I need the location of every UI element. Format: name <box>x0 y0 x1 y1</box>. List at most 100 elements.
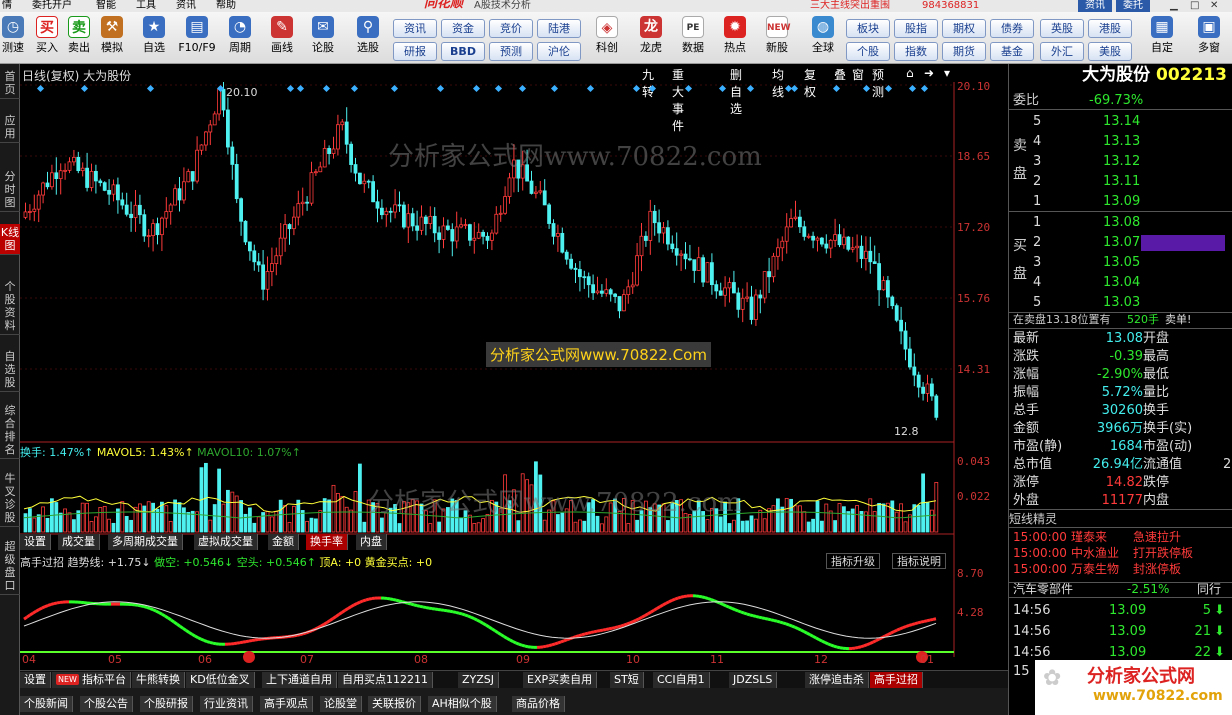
pill-forex[interactable]: 外汇 <box>1040 42 1084 61</box>
maximize-icon[interactable]: □ <box>1190 0 1199 12</box>
tab-inner[interactable]: 内盘 <box>356 534 387 550</box>
pill-bbd[interactable]: BBD <box>441 42 485 61</box>
sidebar-item-intraday[interactable]: 分时图 <box>0 168 20 212</box>
indicator-tab[interactable]: EXP买卖自用 <box>523 672 598 688</box>
elf-row[interactable]: 15:00:00 中水渔业 打开跌停板 <box>1009 545 1232 561</box>
new-stock-button[interactable]: NEW 新股 <box>760 14 794 62</box>
tab-volume[interactable]: 成交量 <box>58 534 100 550</box>
indicator-tab[interactable]: 上下通道自用 <box>262 672 337 688</box>
indicator-tab[interactable]: 自用买点112211 <box>338 672 433 688</box>
info-tab[interactable]: 关联报价 <box>368 696 421 712</box>
data-button[interactable]: PE 数据 <box>676 14 710 62</box>
menu-item[interactable]: 情 <box>2 0 12 12</box>
indicator-tab[interactable]: 牛熊转换 <box>132 672 185 688</box>
draw-line-button[interactable]: ✎ 画线 <box>264 14 300 62</box>
pill-fund[interactable]: 基金 <box>990 42 1034 61</box>
minimize-icon[interactable]: ▁ <box>1170 0 1178 12</box>
pill-report[interactable]: 研报 <box>393 42 437 61</box>
sidebar-item-apps[interactable]: 应用 <box>0 112 20 143</box>
tab-multi-volume[interactable]: 多周期成交量 <box>108 534 183 550</box>
menu-item[interactable]: 帮助 <box>216 0 236 12</box>
close-icon[interactable]: ✕ <box>1210 0 1218 12</box>
period-button[interactable]: ◔ 周期 <box>222 14 258 62</box>
dragon-tiger-button[interactable]: 龙龙虎 <box>634 14 668 62</box>
pill-stocks[interactable]: 个股 <box>846 42 890 61</box>
elf-row[interactable]: 15:00:00 瑾泰来 急速拉升 <box>1009 529 1232 545</box>
indicator-tab[interactable]: 涨停追击杀 <box>805 672 869 688</box>
pill-bonds[interactable]: 债券 <box>990 19 1034 38</box>
forum-button[interactable]: ✉ 论股 <box>308 14 338 62</box>
info-tab[interactable]: 商品价格 <box>512 696 565 712</box>
star-market-button[interactable]: ◈ 科创 <box>590 14 624 62</box>
sidebar-item-home[interactable]: 首页 <box>0 68 20 99</box>
watchlist-button[interactable]: ★ 自选 <box>136 14 172 62</box>
elf-title[interactable]: 短线精灵 <box>1009 510 1232 528</box>
indicator-tab[interactable]: KD低位金叉 <box>186 672 255 688</box>
home-icon[interactable]: ⌂ <box>906 66 914 80</box>
pill-shanghai-london[interactable]: 沪伦 <box>537 42 581 61</box>
indicator-tab[interactable]: ZYZSJ <box>458 672 500 688</box>
pill-hk-link[interactable]: 陆港 <box>537 19 581 38</box>
tab-virtual-volume[interactable]: 虚拟成交量 <box>194 534 258 550</box>
trend-line-segment <box>824 641 829 646</box>
hotspot-button[interactable]: ✹ 热点 <box>718 14 752 62</box>
pill-options[interactable]: 期权 <box>942 19 986 38</box>
elf-row[interactable]: 15:00:00 万泰生物 封涨停板 <box>1009 561 1232 577</box>
peer-button[interactable]: 同行 <box>1197 580 1221 598</box>
arrow-right-icon[interactable]: ➜ <box>924 66 934 80</box>
chevron-down-icon[interactable]: ▾ <box>944 66 950 80</box>
sidebar-item-super-quote[interactable]: 超级盘口 <box>0 538 20 595</box>
info-tab[interactable]: AH相似个股 <box>428 696 497 712</box>
sidebar-item-kline[interactable]: K线图 <box>0 224 20 255</box>
info-tab[interactable]: 个股公告 <box>80 696 133 712</box>
buy-button[interactable]: 买买入 <box>34 14 60 62</box>
pill-index[interactable]: 指数 <box>894 42 938 61</box>
multi-window-button[interactable]: ▣ 多窗 <box>1190 14 1228 62</box>
indicator-tab[interactable]: 设置 <box>20 672 51 688</box>
indicator-help-button[interactable]: 指标说明 <box>892 553 946 569</box>
indicator-tab[interactable]: CCI自用1 <box>653 672 710 688</box>
sidebar-item-profile[interactable]: 个股资料 <box>0 278 20 335</box>
f10-button[interactable]: ▤ F10/F9 <box>176 14 218 62</box>
pill-news[interactable]: 资讯 <box>393 19 437 38</box>
sidebar-item-diagnose[interactable]: 牛叉诊股 <box>0 470 20 527</box>
menu-item[interactable]: 工具 <box>136 0 156 12</box>
pill-funds[interactable]: 资金 <box>441 19 485 38</box>
info-tab[interactable]: 论股堂 <box>320 696 362 712</box>
info-tab[interactable]: 高手观点 <box>260 696 313 712</box>
indicator-tab[interactable]: ST短 <box>610 672 644 688</box>
simulate-button[interactable]: ⚒ 模拟 <box>98 14 126 62</box>
trade-button[interactable]: 委托 <box>1116 0 1150 12</box>
pill-stock-index[interactable]: 股指 <box>894 19 938 38</box>
pill-sector[interactable]: 板块 <box>846 19 890 38</box>
info-tab[interactable]: 行业资讯 <box>200 696 253 712</box>
news-button[interactable]: 资讯 <box>1078 0 1112 12</box>
indicator-upgrade-button[interactable]: 指标升级 <box>826 553 880 569</box>
pill-auction[interactable]: 竞价 <box>489 19 533 38</box>
overlay-button[interactable]: 叠 <box>834 66 846 83</box>
indicator-tab[interactable]: JDZSLS <box>729 672 778 688</box>
sidebar-item-watchlist[interactable]: 自选股 <box>0 348 20 392</box>
pill-futures[interactable]: 期货 <box>942 42 986 61</box>
pill-us-stocks[interactable]: 美股 <box>1088 42 1132 61</box>
speed-test-button[interactable]: ◷ 测速 <box>0 14 26 62</box>
global-button[interactable]: ◍ 全球 <box>806 14 840 62</box>
tab-amount[interactable]: 金额 <box>268 534 299 550</box>
menu-item[interactable]: 智能 <box>96 0 116 12</box>
info-tab[interactable]: 个股新闻 <box>20 696 73 712</box>
sell-button[interactable]: 卖卖出 <box>66 14 92 62</box>
menu-item[interactable]: 委托开户 <box>32 0 72 12</box>
pill-hk-stocks[interactable]: 港股 <box>1088 19 1132 38</box>
pill-uk-stocks[interactable]: 英股 <box>1040 19 1084 38</box>
info-tab[interactable]: 个股研报 <box>140 696 193 712</box>
pill-forecast[interactable]: 预测 <box>489 42 533 61</box>
indicator-tab[interactable]: 高手过招 <box>870 672 923 688</box>
menu-item[interactable]: 资讯 <box>176 0 196 12</box>
sidebar-item-ranking[interactable]: 综合排名 <box>0 402 20 459</box>
window-button[interactable]: 窗 <box>852 66 864 83</box>
tab-turnover[interactable]: 换手率 <box>306 534 348 550</box>
tab-settings[interactable]: 设置 <box>20 534 51 550</box>
custom-button[interactable]: ▦ 自定 <box>1144 14 1180 62</box>
stock-picker-button[interactable]: ⚲ 选股 <box>348 14 388 62</box>
banner-text[interactable]: 三大主线突出重围 <box>810 0 890 12</box>
